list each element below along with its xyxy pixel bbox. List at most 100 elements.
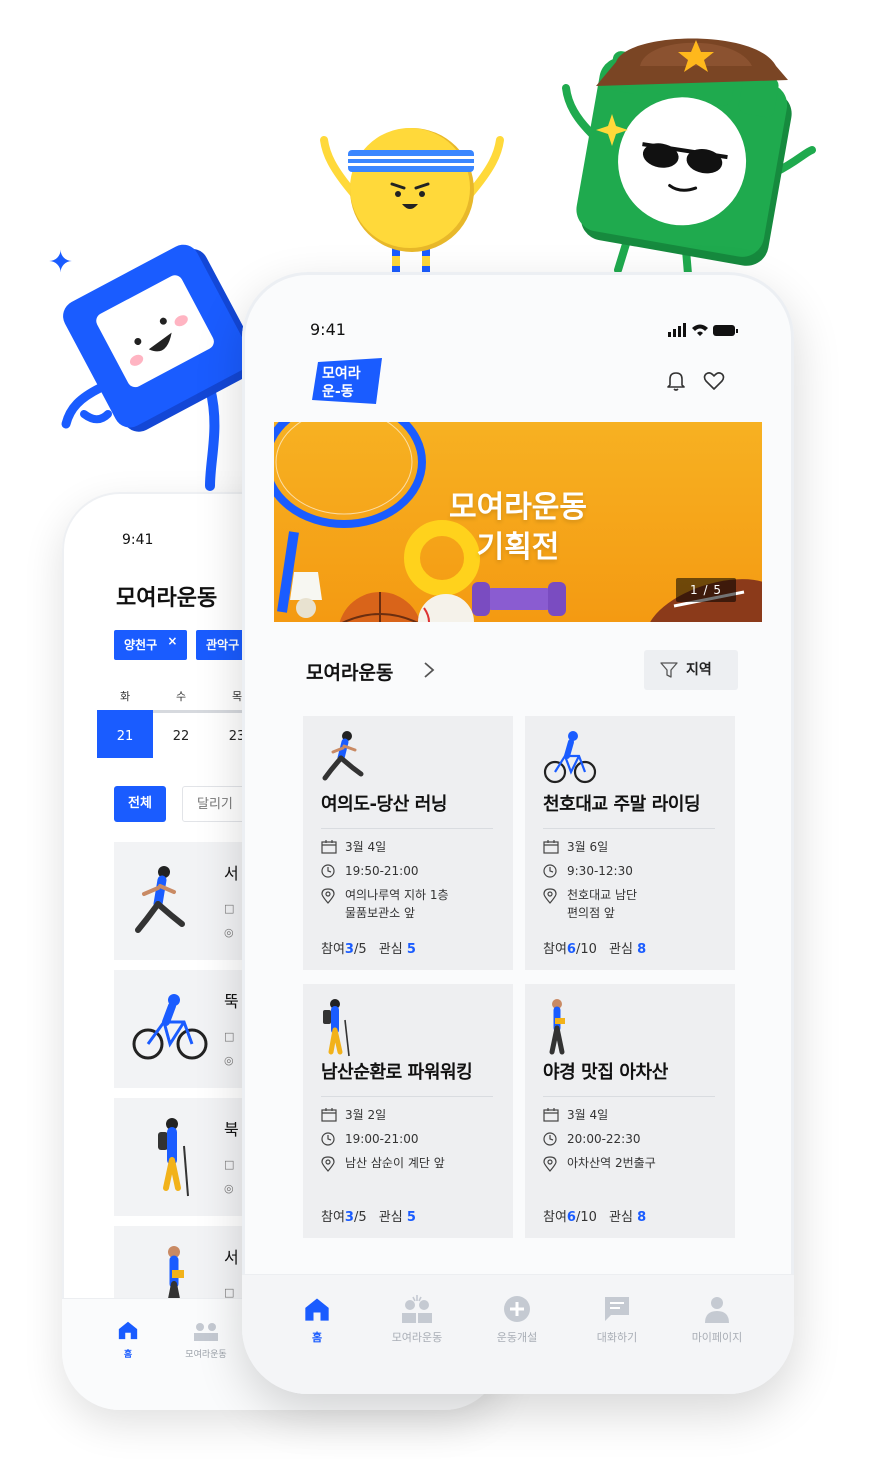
- filter-all-button[interactable]: 전체: [114, 786, 166, 822]
- status-time: 9:41: [122, 532, 154, 548]
- tab-home[interactable]: 홈: [88, 1319, 168, 1360]
- activity-card-riding[interactable]: 천호대교 주말 라이딩 3월 6일 9:30-12:30 천호대교 남단 편의점…: [525, 716, 735, 970]
- blue-mascot-illustration: [61, 244, 260, 491]
- time-text: 20:00-22:30: [567, 1132, 641, 1146]
- place-text-line2: 물품보관소 앞: [345, 906, 416, 920]
- interest-count: 8: [637, 942, 647, 957]
- day-cell[interactable]: 22: [153, 710, 209, 758]
- tab-my-page[interactable]: 마이페이지: [672, 1295, 762, 1345]
- tab-label: 홈: [311, 1331, 323, 1344]
- chat-icon: [605, 1297, 629, 1321]
- logo-text-bottom: 운-동: [322, 384, 354, 400]
- heart-icon[interactable]: [702, 368, 726, 392]
- calendar-icon: [321, 840, 337, 854]
- page-title: 모여라운동: [116, 586, 218, 611]
- place-text: 남산 삼순이 계단 앞: [345, 1156, 445, 1170]
- tab-group-exercise[interactable]: 모여라운동: [166, 1319, 246, 1360]
- banner-title-line2: 기획전: [476, 530, 560, 565]
- promo-banner[interactable]: 모여라운동 기획전 1 / 5: [274, 422, 762, 622]
- region-filter-button[interactable]: 지역: [644, 650, 738, 690]
- tab-label: 홈: [123, 1350, 133, 1360]
- card-stats: 참여6/10 관심 8: [543, 1206, 646, 1225]
- front-phone-screen: 9:41 모여라 운-동 모여라운동 기획전 1 / 5 모여라운동 지역 여의…: [242, 272, 794, 1394]
- tab-label: 운동개설: [496, 1331, 538, 1344]
- place-text-line2: 편의점 앞: [567, 906, 615, 920]
- person-icon: [705, 1297, 729, 1323]
- card-place: 아차산역 2번출구: [543, 1154, 656, 1172]
- calendar-icon: [543, 1108, 559, 1122]
- card-title: 남산순환로 파워워킹: [321, 1062, 473, 1083]
- chip-close-icon[interactable]: ×: [167, 634, 177, 648]
- location-pin-icon: [543, 1156, 557, 1172]
- card-date: 3월 4일: [543, 1106, 608, 1124]
- activity-card-running[interactable]: 여의도-당산 러닝 3월 4일 19:50-21:00 여의나루역 지하 1층 …: [303, 716, 513, 970]
- app-logo: 모여라 운-동: [312, 358, 382, 404]
- card-divider: [321, 1096, 493, 1097]
- chevron-right-icon[interactable]: [422, 660, 436, 680]
- card-date: 3월 4일: [321, 838, 386, 856]
- bottom-tab-bar: 홈 모여라운동 운동개설 대화하기 마이페이지: [242, 1274, 794, 1394]
- card-title: 서: [224, 864, 239, 883]
- card-stats: 참여3/5 관심 5: [321, 938, 416, 957]
- card-title: 뚝: [224, 992, 239, 1011]
- tab-label: 모여라운동: [391, 1331, 443, 1344]
- clock-icon: [543, 1132, 557, 1146]
- card-time: 20:00-22:30: [543, 1130, 641, 1148]
- activity-card-walking[interactable]: 남산순환로 파워워킹 3월 2일 19:00-21:00 남산 삼순이 계단 앞…: [303, 984, 513, 1238]
- tab-create-exercise[interactable]: 운동개설: [472, 1295, 562, 1345]
- join-label: 참여: [321, 1210, 345, 1225]
- card-divider: [321, 828, 493, 829]
- card-title: 여의도-당산 러닝: [321, 794, 448, 815]
- calendar-icon: □: [224, 1158, 235, 1171]
- tab-home[interactable]: 홈: [272, 1295, 362, 1345]
- capacity: /10: [575, 942, 597, 957]
- clock-icon: [543, 864, 557, 878]
- filter-icon: [660, 662, 678, 678]
- card-divider: [543, 1096, 715, 1097]
- capacity: /5: [353, 1210, 367, 1225]
- card-place: 천호대교 남단 편의점 앞: [543, 886, 637, 922]
- interest-label: 관심: [378, 942, 403, 957]
- capacity: /10: [575, 1210, 597, 1225]
- banner-page-counter: 1 / 5: [676, 578, 736, 602]
- joined-count: 6: [566, 1210, 576, 1225]
- interest-label: 관심: [378, 1210, 403, 1225]
- chip-label: 양천구: [124, 638, 158, 652]
- card-title: 서: [224, 1248, 239, 1267]
- card-divider: [543, 828, 715, 829]
- region-chip-yangcheon[interactable]: 양천구 ×: [114, 630, 188, 660]
- time-text: 19:00-21:00: [345, 1132, 419, 1146]
- location-icon: ◎: [224, 1054, 234, 1067]
- day-name: 수: [175, 690, 187, 703]
- card-title: 야경 맛집 아차산: [543, 1062, 668, 1083]
- calendar-icon: □: [224, 902, 235, 915]
- clock-icon: [321, 1132, 335, 1146]
- place-text: 아차산역 2번출구: [567, 1156, 656, 1170]
- cyclist-illustration: [543, 731, 597, 784]
- filter-running-button[interactable]: 달리기: [182, 786, 248, 822]
- join-label: 참여: [543, 942, 567, 957]
- card-title: 북: [224, 1120, 239, 1139]
- calendar-icon: □: [224, 1030, 235, 1043]
- group-icon: [194, 1323, 218, 1341]
- tab-chat[interactable]: 대화하기: [572, 1295, 662, 1345]
- yellow-mascot-illustration: [320, 128, 504, 276]
- day-cell-selected[interactable]: 21: [97, 710, 153, 758]
- card-date: 3월 6일: [543, 838, 608, 856]
- join-label: 참여: [543, 1210, 567, 1225]
- card-place: 여의나루역 지하 1층 물품보관소 앞: [321, 886, 449, 922]
- join-label: 참여: [321, 942, 345, 957]
- activity-card-hiking[interactable]: 야경 맛집 아차산 3월 4일 20:00-22:30 아차산역 2번출구 참여…: [525, 984, 735, 1238]
- walker-illustration: [549, 999, 565, 1055]
- bell-icon[interactable]: [664, 368, 688, 392]
- location-icon: ◎: [224, 1182, 234, 1195]
- section-title[interactable]: 모여라운동: [306, 658, 393, 685]
- home-icon: [118, 1321, 138, 1340]
- tab-group-exercise[interactable]: 모여라운동: [372, 1295, 462, 1345]
- day-name: 화: [119, 690, 131, 703]
- interest-count: 5: [406, 1210, 416, 1225]
- location-pin-icon: [321, 888, 335, 904]
- card-time: 9:30-12:30: [543, 862, 633, 880]
- calendar-icon: [543, 840, 559, 854]
- status-time: 9:41: [310, 320, 346, 339]
